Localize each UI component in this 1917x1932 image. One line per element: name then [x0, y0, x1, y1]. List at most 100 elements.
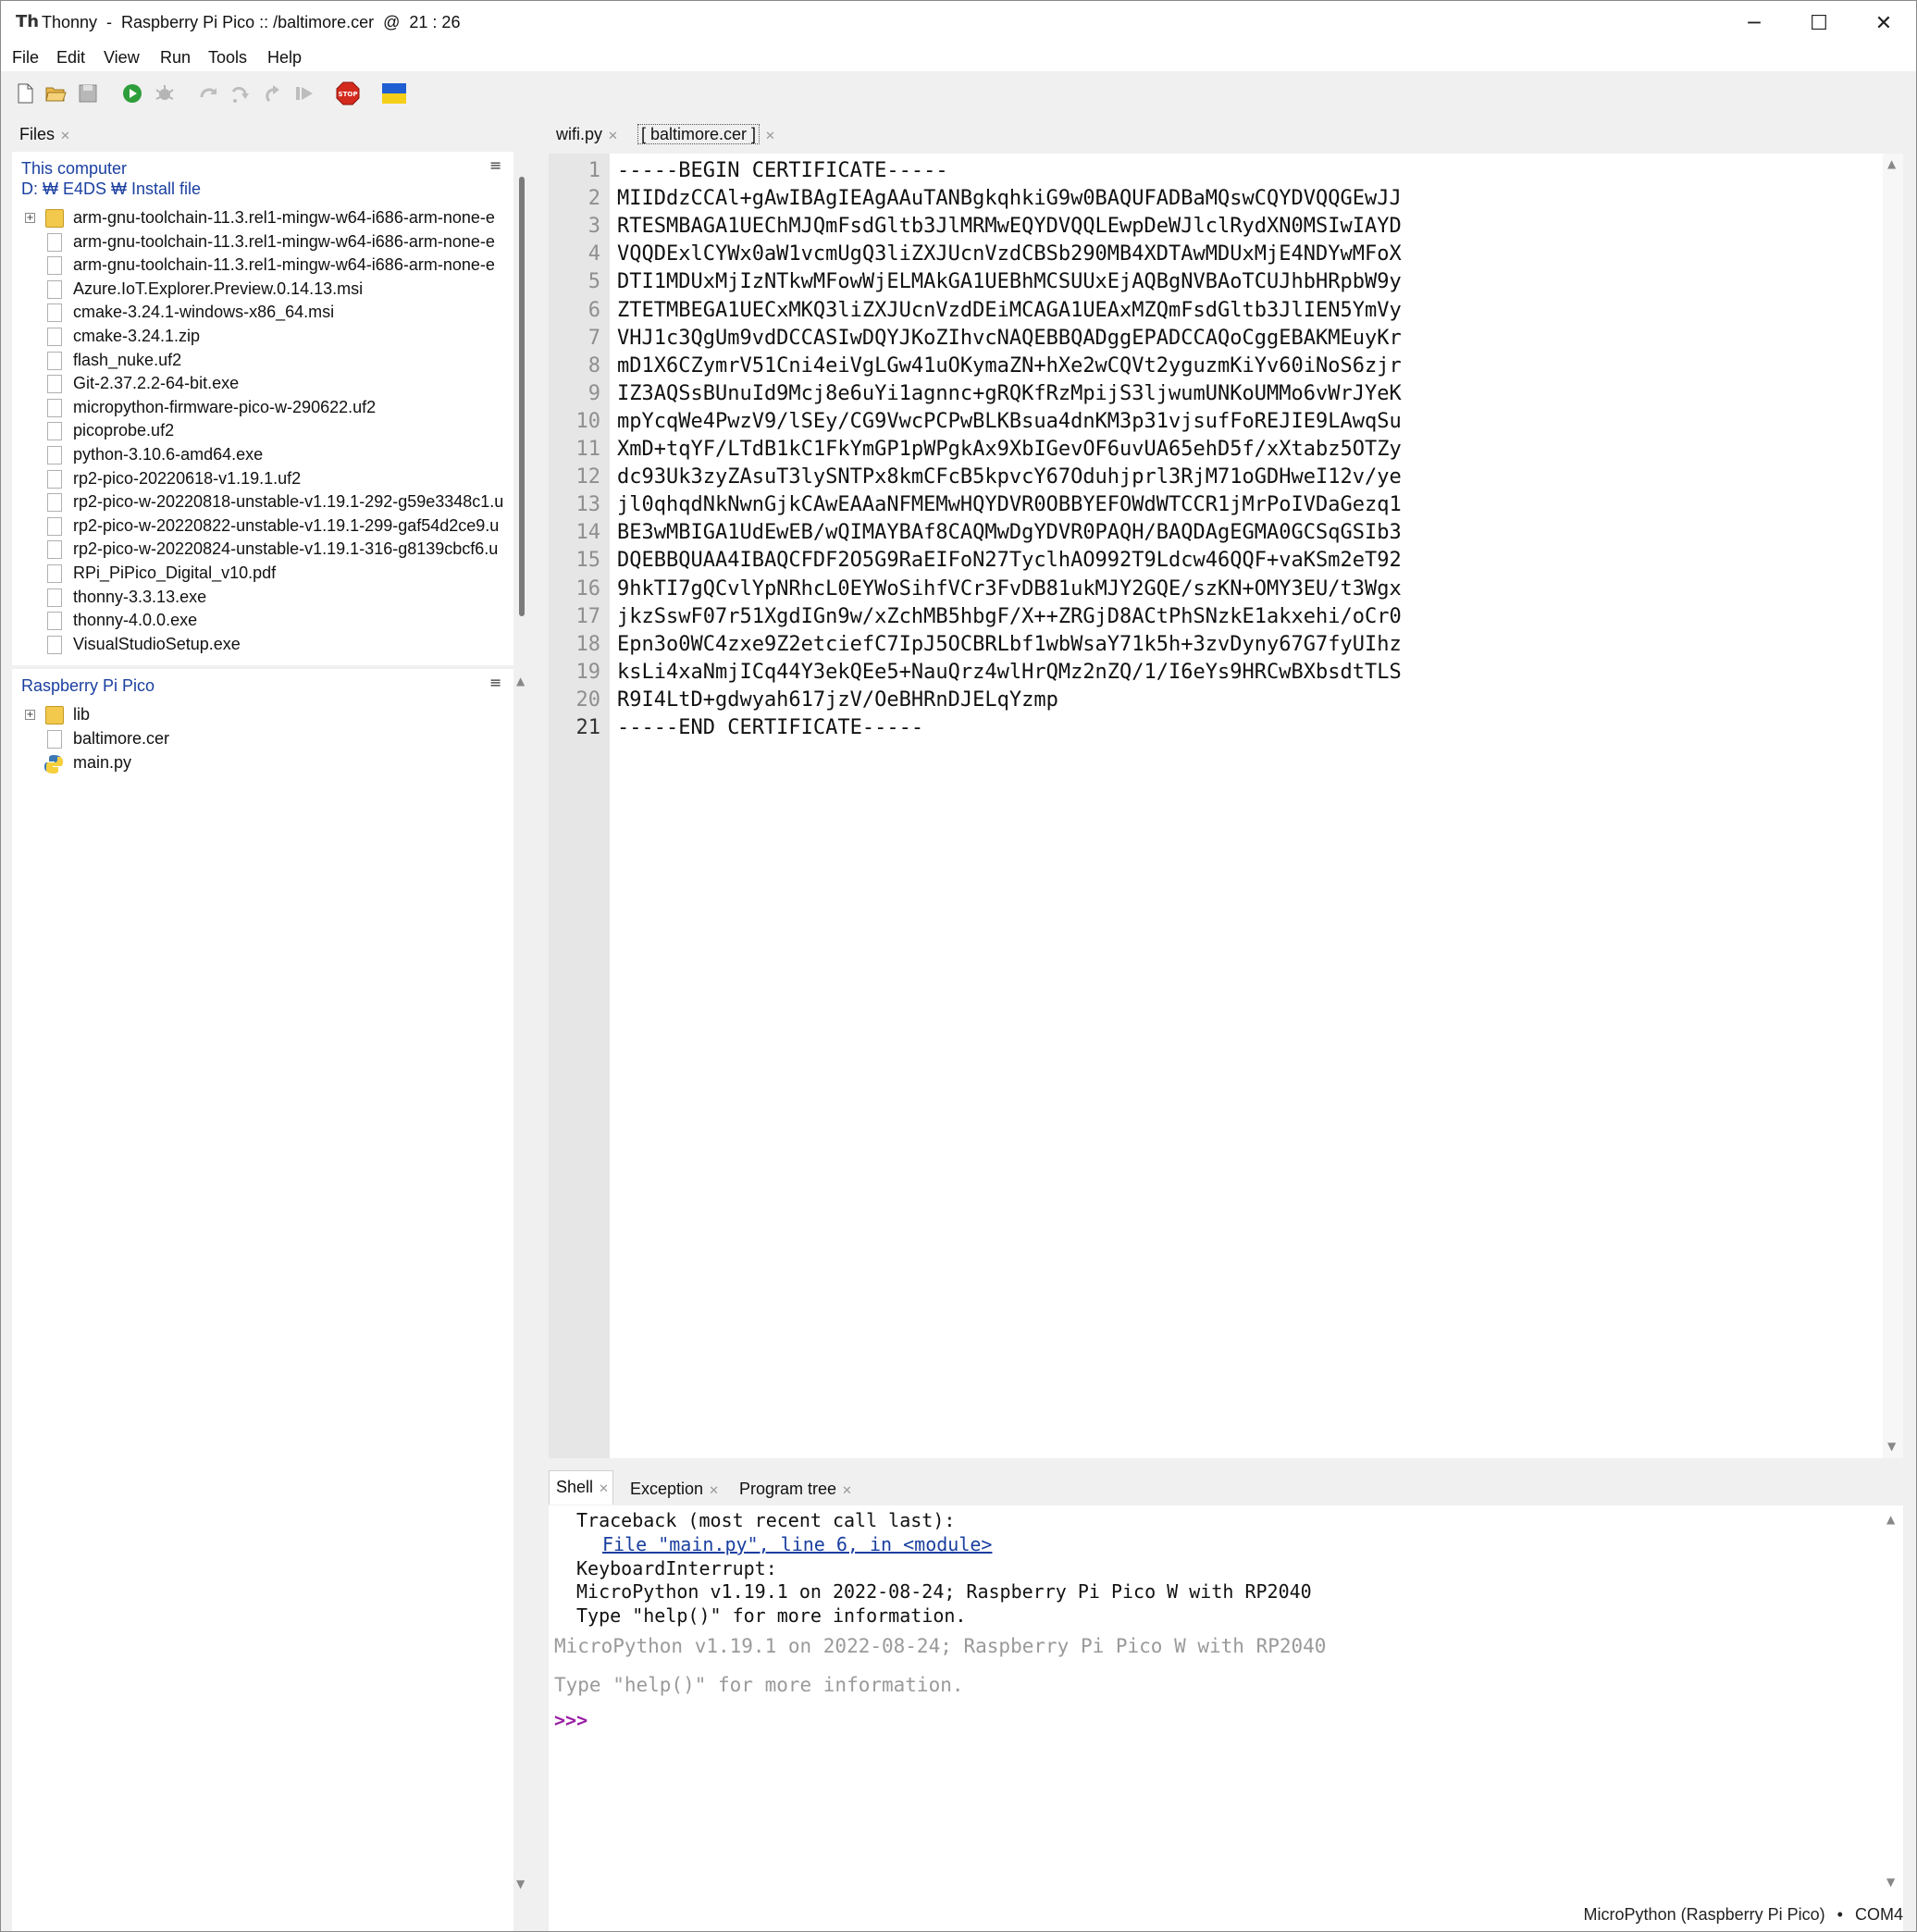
list-item[interactable]: python-3.10.6-amd64.exe	[12, 444, 516, 468]
list-item[interactable]: micropython-firmware-pico-w-290622.uf2	[12, 397, 516, 421]
code-line[interactable]: -----BEGIN CERTIFICATE-----	[617, 159, 948, 182]
list-item[interactable]: Git-2.37.2.2-64-bit.exe	[12, 373, 516, 397]
list-item[interactable]: thonny-4.0.0.exe	[12, 610, 516, 634]
close-button[interactable]: ✕	[1851, 1, 1916, 45]
open-folder-icon[interactable]	[44, 82, 67, 105]
scroll-down-icon[interactable]: ▼	[516, 1877, 525, 1890]
close-icon[interactable]: ✕	[60, 129, 70, 142]
list-item[interactable]: baltimore.cer	[12, 728, 516, 752]
code-line[interactable]: ZTETMBEGA1UECxMKQ3liZXJUcnVzdDEiMCAGA1UE…	[617, 299, 1402, 322]
tab-files[interactable]: Files ✕	[19, 125, 70, 144]
step-over-icon[interactable]	[198, 82, 220, 105]
list-item[interactable]: main.py	[12, 752, 516, 776]
tab-shell[interactable]: Shell ✕	[556, 1478, 609, 1497]
code-line[interactable]: IZ3AQSsBUnuId9Mcj8e6uYi1agnnc+gRQKfRzMpi…	[617, 382, 1402, 405]
line-number: 10	[575, 409, 601, 433]
code-line[interactable]: mD1X6CZymrV51Cni4eiVgLGw41uOKymaZN+hXe2w…	[617, 354, 1402, 378]
close-icon[interactable]: ✕	[709, 1483, 719, 1497]
panel-menu-icon[interactable]: ≡	[489, 156, 501, 174]
code-line[interactable]: 9hkTI7gQCvlYpNRhcL0EYWoSihfVCr3FvDB81ukM…	[617, 577, 1402, 601]
step-into-icon[interactable]	[229, 82, 252, 105]
code-line[interactable]: XmD+tqYF/LTdB1kC1FkYmGP1pWPgkAx9XbIGevOF…	[617, 438, 1402, 461]
code-line[interactable]: mpYcqWe4PwzV9/lSEy/CG9VwcPCPwBLKBsua4dnK…	[617, 410, 1402, 433]
tab-exception[interactable]: Exception ✕	[630, 1480, 719, 1499]
ukraine-flag-icon[interactable]	[382, 83, 406, 104]
code-line[interactable]: Epn3o0WC4zxe9Z2etciefC7IpJ5OCBRLbf1wbWsa…	[617, 633, 1402, 656]
save-icon[interactable]	[77, 82, 99, 105]
tab-program-tree[interactable]: Program tree ✕	[739, 1480, 852, 1499]
code-line[interactable]: RTESMBAGA1UEChMJQmFsdGltb3JlMRMwEQYDVQQL…	[617, 215, 1402, 238]
close-icon[interactable]: ✕	[842, 1483, 852, 1497]
scroll-up-icon[interactable]: ▲	[516, 675, 525, 687]
menu-tools[interactable]: Tools	[208, 48, 247, 68]
list-item[interactable]: rp2-pico-w-20220824-unstable-v1.19.1-316…	[12, 539, 516, 563]
menu-edit[interactable]: Edit	[56, 48, 85, 68]
list-item[interactable]: + lib	[12, 704, 516, 728]
code-editor[interactable]: -----BEGIN CERTIFICATE----- MIIDdzCCAl+gA…	[610, 154, 1903, 1458]
scroll-up-icon[interactable]: ▲	[1887, 157, 1896, 170]
list-item[interactable]: rp2-pico-20220618-v1.19.1.uf2	[12, 468, 516, 492]
pico-panel: Raspberry Pi Pico ≡ + lib baltimore.cer …	[12, 669, 513, 1931]
list-item[interactable]: + arm-gnu-toolchain-11.3.rel1-mingw-w64-i…	[12, 207, 516, 231]
code-line[interactable]: ksLi4xaNmjICq44Y3ekQEe5+NauQrz4wlHrQMz2n…	[617, 661, 1402, 684]
code-line[interactable]: DQEBBQUAA4IBAQCFDF2O5G9RaEIFoN27TyclhAO9…	[617, 549, 1402, 572]
code-line[interactable]: -----END CERTIFICATE-----	[617, 716, 923, 739]
code-line[interactable]: MIIDdzCCAl+gAwIBAgIEAgAAuTANBgkqhkiG9w0B…	[617, 187, 1402, 210]
expand-icon[interactable]: +	[25, 213, 35, 223]
panel-menu-icon[interactable]: ≡	[489, 674, 501, 691]
step-out-icon[interactable]	[262, 82, 284, 105]
code-line[interactable]: BE3wMBIGA1UdEwEB/wQIMAYBAf8CAQMwDgYDVR0P…	[617, 521, 1402, 544]
list-item[interactable]: cmake-3.24.1.zip	[12, 326, 516, 350]
tab-baltimore-cer[interactable]: [ baltimore.cer ] ✕	[637, 123, 775, 151]
code-line[interactable]: DTI1MDUxMjIzNTkwMFowWjELMAkGA1UEBhMCSUUx…	[617, 270, 1402, 293]
line-number: 17	[575, 604, 601, 628]
close-icon[interactable]: ✕	[608, 129, 618, 142]
scroll-up-icon[interactable]: ▲	[1886, 1513, 1895, 1526]
files-scrollbar-thumb[interactable]	[519, 177, 525, 616]
tab-wifi-py[interactable]: wifi.py ✕	[556, 125, 618, 144]
breadcrumb[interactable]: D: ₩ E4DS ₩ Install file	[21, 180, 201, 199]
shell-panel[interactable]: Traceback (most recent call last): File …	[549, 1505, 1903, 1931]
list-item[interactable]: cmake-3.24.1-windows-x86_64.msi	[12, 302, 516, 326]
resume-icon[interactable]	[293, 82, 315, 105]
list-item[interactable]: rp2-pico-w-20220818-unstable-v1.19.1-292…	[12, 491, 516, 515]
stop-icon[interactable]: STOP	[336, 81, 360, 105]
list-item[interactable]: RPi_PiPico_Digital_v10.pdf	[12, 563, 516, 587]
menu-file[interactable]: File	[12, 48, 39, 68]
close-icon[interactable]: ✕	[765, 129, 775, 142]
code-line[interactable]: VQQDExlCYWx0aW1vcmUgQ3liZXJUcnVzdCBSb290…	[617, 242, 1402, 266]
list-item[interactable]: Azure.IoT.Explorer.Preview.0.14.13.msi	[12, 279, 516, 303]
code-line[interactable]: dc93Uk3zyZAsuT3lySNTPx8kmCFcB5kpvcY67Odu…	[617, 465, 1402, 489]
new-file-icon[interactable]	[14, 82, 36, 105]
scroll-down-icon[interactable]: ▼	[1886, 1876, 1895, 1889]
minimize-button[interactable]: ─	[1722, 1, 1787, 45]
shell-prompt[interactable]: >>>	[554, 1709, 587, 1731]
menu-view[interactable]: View	[104, 48, 140, 68]
list-item[interactable]: arm-gnu-toolchain-11.3.rel1-mingw-w64-i6…	[12, 231, 516, 255]
traceback-link[interactable]: File "main.py", line 6, in <module>	[602, 1533, 992, 1555]
line-number: 11	[575, 438, 601, 461]
title-bar[interactable]: Th Thonny - Raspberry Pi Pico :: /baltim…	[1, 1, 1916, 45]
debug-icon[interactable]	[154, 82, 176, 105]
port-status[interactable]: COM4	[1855, 1905, 1903, 1924]
menu-run[interactable]: Run	[160, 48, 191, 68]
code-line[interactable]: R9I4LtD+gdwyah617jzV/OeBHRnDJELqYzmp	[617, 688, 1058, 712]
list-item[interactable]: arm-gnu-toolchain-11.3.rel1-mingw-w64-i6…	[12, 254, 516, 279]
scroll-down-icon[interactable]: ▼	[1887, 1440, 1896, 1453]
close-icon[interactable]: ✕	[599, 1481, 609, 1495]
list-item[interactable]: flash_nuke.uf2	[12, 350, 516, 374]
expand-icon[interactable]: +	[25, 710, 35, 720]
list-item[interactable]: thonny-3.3.13.exe	[12, 587, 516, 611]
list-item[interactable]: picoprobe.uf2	[12, 420, 516, 444]
list-item[interactable]: rp2-pico-w-20220822-unstable-v1.19.1-299…	[12, 515, 516, 539]
run-icon[interactable]	[121, 82, 143, 105]
code-line[interactable]: jl0qhqdNkNwnGjkCAwEAAaNFMEMwHQYDVR0OBBYE…	[617, 493, 1402, 516]
list-item[interactable]: VisualStudioSetup.exe	[12, 634, 516, 658]
line-number: 12	[575, 465, 601, 489]
menu-help[interactable]: Help	[267, 48, 302, 68]
interpreter-status[interactable]: MicroPython (Raspberry Pi Pico)	[1584, 1905, 1825, 1924]
code-line[interactable]: jkzSswF07r51XgdIGn9w/xZchMB5hbgF/X++ZRGj…	[617, 605, 1402, 628]
maximize-button[interactable]: ☐	[1787, 1, 1851, 45]
editor-scrollbar[interactable]: ▲ ▼	[1883, 154, 1903, 1458]
code-line[interactable]: VHJ1c3QgUm9vdDCCASIwDQYJKoZIhvcNAQEBBQAD…	[617, 327, 1402, 350]
